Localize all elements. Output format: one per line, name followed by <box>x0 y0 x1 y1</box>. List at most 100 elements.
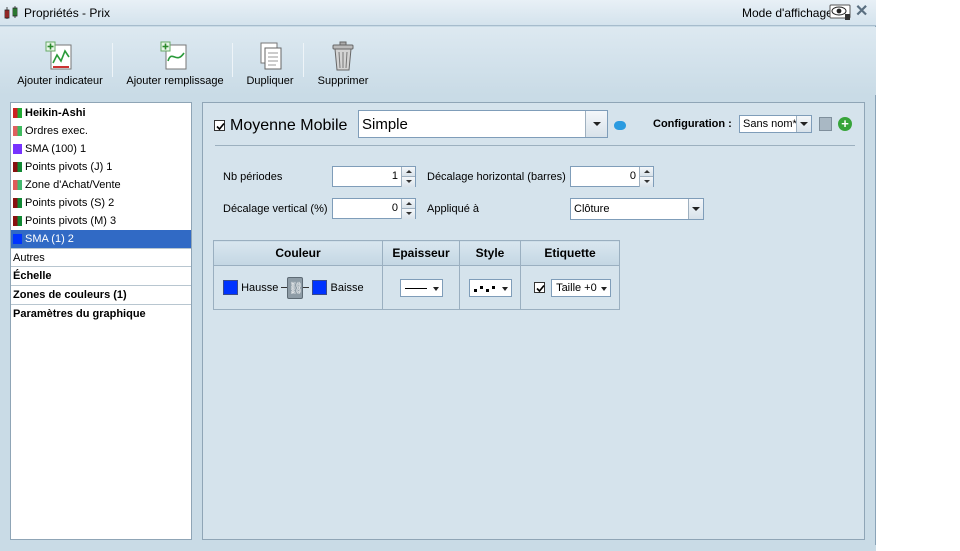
spin-up-icon[interactable] <box>401 167 415 177</box>
periods-label: Nb périodes <box>223 171 283 183</box>
chevron-down-icon <box>501 286 508 291</box>
add-fill-button[interactable]: Ajouter remplissage <box>124 41 226 87</box>
list-item-selected[interactable]: SMA (1) 2 <box>11 230 191 248</box>
color-swatch <box>13 144 22 154</box>
candlestick-app-icon <box>4 6 18 19</box>
save-icon[interactable] <box>819 117 832 131</box>
close-icon[interactable]: ✕ <box>855 3 868 21</box>
toolbar-separator <box>232 43 233 77</box>
down-color-swatch[interactable] <box>312 280 328 295</box>
spin-up-icon[interactable] <box>639 167 653 177</box>
header-couleur: Couleur <box>213 240 383 266</box>
delete-label: Supprimer <box>317 75 369 87</box>
toolbar: Ajouter indicateur Ajouter remplissage D… <box>0 27 876 95</box>
indicator-properties-panel: Moyenne Mobile Simple Configuration : Sa… <box>202 102 865 540</box>
list-item[interactable]: Zone d'Achat/Vente <box>11 176 191 194</box>
configuration-label: Configuration : <box>653 118 732 130</box>
vshift-value: 0 <box>391 202 398 214</box>
chevron-down-icon <box>601 286 608 291</box>
list-item[interactable]: Ordres exec. <box>11 122 191 140</box>
hshift-value: 0 <box>629 170 636 182</box>
add-fill-label: Ajouter remplissage <box>126 75 224 87</box>
periods-stepper[interactable]: 1 <box>332 166 416 187</box>
add-indicator-icon <box>45 41 72 70</box>
style-table: Couleur Epaisseur Style Etiquette Hausse… <box>213 240 620 310</box>
window-title: Propriétés - Prix <box>24 6 111 20</box>
indicator-enabled-checkbox[interactable] <box>214 120 225 131</box>
hshift-stepper[interactable]: 0 <box>570 166 654 187</box>
thickness-cell <box>382 265 460 310</box>
label-size-select[interactable]: Taille +0 <box>551 278 612 297</box>
status-strip <box>0 545 876 551</box>
list-item[interactable]: Points pivots (J) 1 <box>11 158 191 176</box>
list-item-label: Ordres exec. <box>25 125 88 137</box>
duplicate-button[interactable]: Dupliquer <box>244 41 296 87</box>
ma-type-select[interactable]: Simple <box>358 110 608 138</box>
list-item-label: Points pivots (J) 1 <box>25 161 113 173</box>
chevron-down-icon[interactable] <box>585 111 607 137</box>
color-swatch <box>13 216 22 226</box>
properties-window: Propriétés - Prix Mode d'affichage ✕ Ajo… <box>0 0 876 551</box>
display-mode-label[interactable]: Mode d'affichage <box>742 6 833 20</box>
configuration-value: Sans nom* <box>743 118 797 130</box>
header-style: Style <box>459 240 521 266</box>
divider <box>215 145 855 146</box>
section-color-zones[interactable]: Zones de couleurs (1) <box>11 285 191 304</box>
list-item-label: Points pivots (S) 2 <box>25 197 115 209</box>
color-swatch <box>13 162 22 172</box>
spin-up-icon[interactable] <box>401 199 415 209</box>
delete-button[interactable]: Supprimer <box>315 41 371 87</box>
header-epaisseur: Epaisseur <box>382 240 460 266</box>
chevron-down-icon[interactable] <box>796 116 811 132</box>
thickness-select[interactable] <box>399 278 443 297</box>
color-swatch <box>13 234 22 244</box>
up-color-swatch[interactable] <box>223 280 238 295</box>
list-item[interactable]: Heikin-Ashi <box>11 104 191 122</box>
trash-icon <box>332 41 354 71</box>
spin-down-icon[interactable] <box>401 177 415 187</box>
section-echelle[interactable]: Échelle <box>11 266 191 285</box>
checkmark-icon <box>536 284 545 293</box>
configuration-select[interactable]: Sans nom* <box>739 115 812 133</box>
checkmark-icon <box>216 122 225 131</box>
style-cell <box>459 265 521 310</box>
applied-select[interactable]: Clôture <box>570 198 704 220</box>
list-item-label: SMA (100) 1 <box>25 143 87 155</box>
chevron-down-icon[interactable] <box>688 199 703 219</box>
link-chain-icon[interactable]: ⛓ <box>287 276 304 299</box>
section-chart-settings[interactable]: Paramètres du graphique <box>11 304 191 323</box>
applied-value: Clôture <box>574 203 610 215</box>
spin-down-icon[interactable] <box>401 209 415 219</box>
color-swatch <box>13 126 22 136</box>
list-item[interactable]: Points pivots (S) 2 <box>11 194 191 212</box>
add-config-icon[interactable]: + <box>838 117 852 131</box>
label-checkbox[interactable] <box>534 282 545 293</box>
title-bar: Propriétés - Prix Mode d'affichage ✕ <box>0 0 876 26</box>
list-item[interactable]: SMA (100) 1 <box>11 140 191 158</box>
dotted-style-icon <box>473 285 495 292</box>
duplicate-icon <box>260 42 282 70</box>
vshift-stepper[interactable]: 0 <box>332 198 416 219</box>
ma-type-value: Simple <box>362 116 408 133</box>
list-item-label: Zone d'Achat/Vente <box>25 179 121 191</box>
section-autres[interactable]: Autres <box>11 248 191 267</box>
spin-down-icon[interactable] <box>639 177 653 187</box>
line-style-select[interactable] <box>468 278 512 297</box>
add-indicator-button[interactable]: Ajouter indicateur <box>15 41 105 87</box>
indicator-list: Heikin-Ashi Ordres exec. SMA (100) 1 Poi… <box>10 102 192 540</box>
color-swatch <box>13 180 22 190</box>
list-item[interactable]: Points pivots (M) 3 <box>11 212 191 230</box>
vshift-label: Décalage vertical (%) <box>223 203 328 215</box>
chevron-down-icon <box>432 286 439 291</box>
label-size-value: Taille +0 <box>556 281 597 294</box>
help-bubble-icon[interactable] <box>614 121 626 130</box>
eye-icon[interactable] <box>829 4 851 21</box>
color-cell: Hausse ⛓ Baisse <box>213 265 383 310</box>
duplicate-label: Dupliquer <box>246 75 294 87</box>
line-thickness-icon <box>404 287 427 289</box>
toolbar-separator <box>303 43 304 77</box>
add-fill-icon <box>160 41 187 70</box>
list-item-label: Points pivots (M) 3 <box>25 215 117 227</box>
periods-value: 1 <box>391 170 398 182</box>
add-indicator-label: Ajouter indicateur <box>17 75 103 87</box>
